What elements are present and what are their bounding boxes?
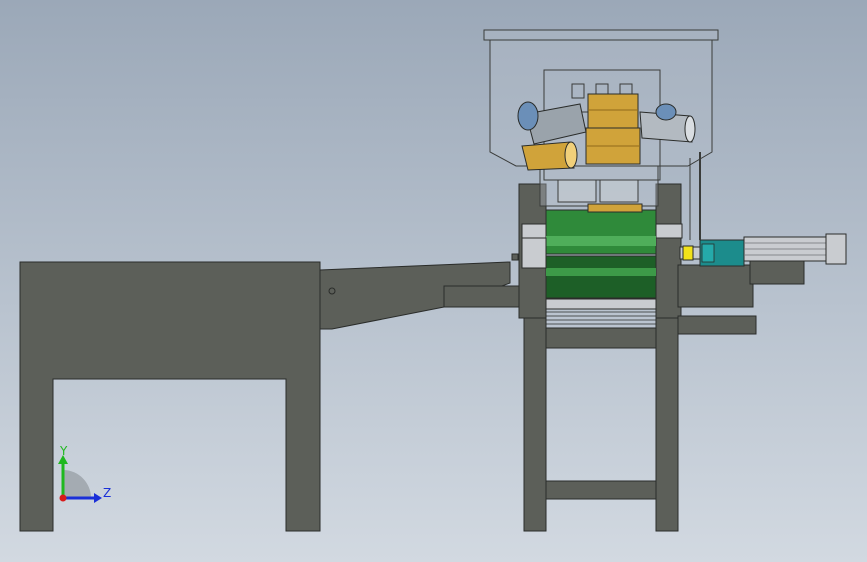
- triad-z-label: Z: [103, 486, 111, 500]
- roller-green-lower: [545, 255, 657, 299]
- steel-cylinder-end-left: [517, 101, 539, 131]
- roller-green-upper: [545, 209, 657, 255]
- gold-cylinder-end: [564, 141, 578, 169]
- lower-bracket-left: [557, 179, 597, 203]
- roller-guide-lines: [546, 311, 656, 325]
- gold-feed-bar: [587, 203, 643, 213]
- gold-drum-upper: [587, 93, 639, 129]
- frame-leg-left: [523, 317, 547, 532]
- motor-end-cap: [825, 233, 847, 265]
- frame-lower-plate: [545, 327, 657, 349]
- frame-side-right: [655, 183, 682, 319]
- frame-right-base: [677, 315, 757, 335]
- roller-green-highlight: [546, 236, 656, 246]
- teal-motor-cap: [701, 243, 715, 263]
- frame-motor-shelf: [749, 257, 805, 285]
- chute-bracket: [443, 285, 525, 308]
- feed-chute[interactable]: [319, 253, 525, 330]
- lower-bracket-right: [599, 179, 639, 203]
- triad-z-arrow: [94, 493, 102, 503]
- cad-viewport: Y Z: [19, 29, 847, 532]
- steel-cylinder-end-right: [684, 115, 696, 143]
- blue-end-cap-right: [655, 103, 677, 121]
- frame-right-platform: [677, 264, 754, 308]
- yellow-coupling: [682, 245, 694, 261]
- roller-shaft-bottom: [545, 298, 657, 310]
- coordinate-triad: Y Z: [58, 444, 111, 503]
- frame-leg-right: [655, 317, 679, 532]
- chute-pin: [511, 253, 519, 261]
- triad-quarter-disc: [63, 470, 91, 498]
- drive-motor[interactable]: [679, 233, 847, 267]
- triad-y-label: Y: [59, 444, 68, 458]
- roller-lower-highlight: [546, 268, 656, 276]
- frame-cross-beam: [545, 480, 657, 500]
- roller-shaft-extension: [521, 237, 547, 269]
- triad-origin: [59, 494, 67, 502]
